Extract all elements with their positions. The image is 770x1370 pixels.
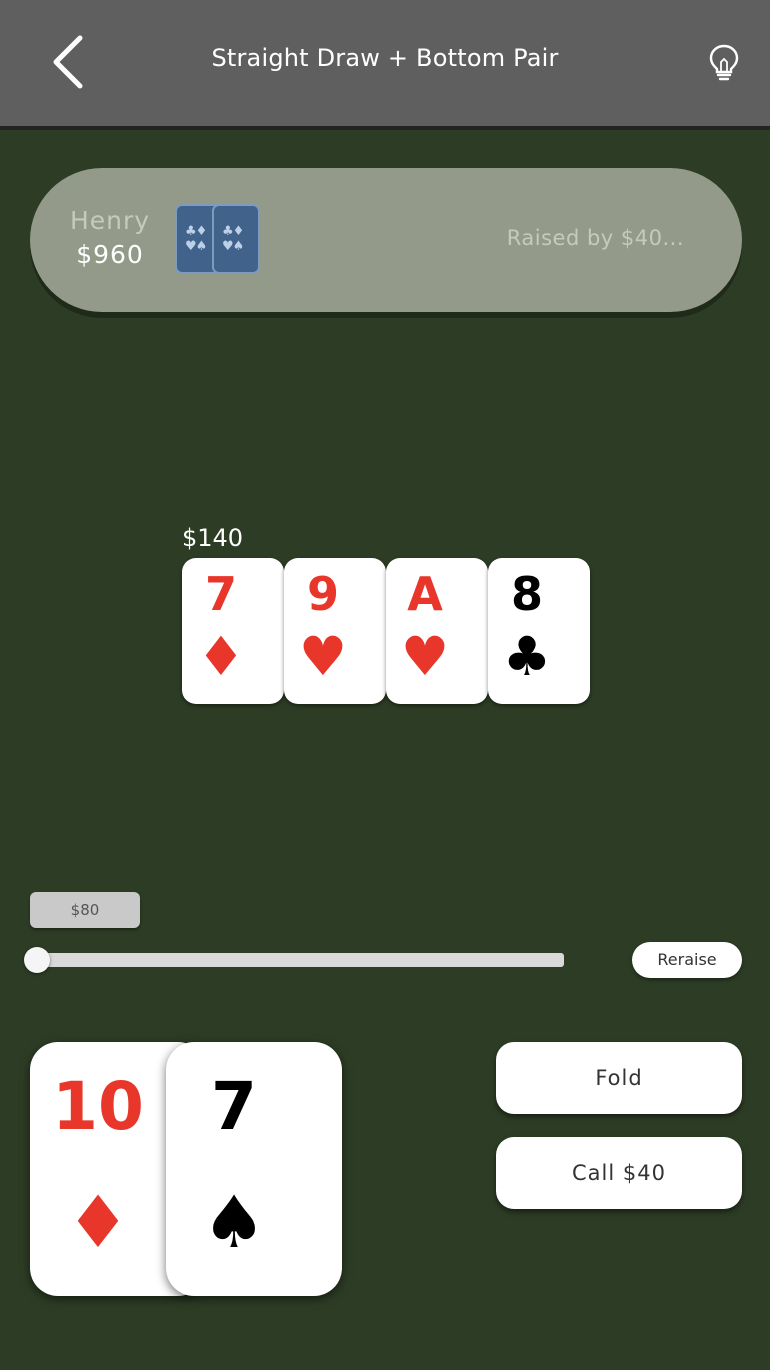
- pot-amount: $140: [182, 524, 244, 552]
- page-title: Straight Draw + Bottom Pair: [211, 44, 559, 72]
- fold-button[interactable]: Fold: [496, 1042, 742, 1114]
- bet-slider-track[interactable]: [30, 953, 564, 967]
- heart-icon: ♥: [400, 625, 450, 688]
- opponent-stack: $960: [76, 240, 144, 269]
- opponent-panel: Henry $960 ♣♦ ♥♠ ♣♦ ♥♠ Raised by $40...: [30, 168, 742, 312]
- board-card: 7 ♦: [182, 558, 284, 704]
- opponent-name: Henry: [70, 206, 151, 235]
- card-rank: A: [407, 567, 443, 621]
- diamond-icon: ♦: [65, 1180, 131, 1264]
- card-rank: 7: [211, 1068, 257, 1145]
- opponent-action-status: Raised by $40...: [506, 226, 684, 250]
- card-back-icon: ♣♦ ♥♠: [222, 224, 244, 254]
- board-card: 9 ♥: [284, 558, 386, 704]
- board-card: 8 ♣: [488, 558, 590, 704]
- bet-slider-thumb[interactable]: [24, 947, 50, 973]
- lightbulb-icon: [709, 44, 739, 81]
- hint-button[interactable]: [706, 42, 742, 82]
- diamond-icon: ♦: [196, 625, 246, 688]
- opponent-card-back: ♣♦ ♥♠: [212, 204, 260, 274]
- spade-icon: ♠: [201, 1180, 267, 1264]
- call-button[interactable]: Call $40: [496, 1137, 742, 1209]
- board-card: A ♥: [386, 558, 488, 704]
- reraise-button[interactable]: Reraise: [632, 942, 742, 978]
- heart-icon: ♥: [298, 625, 348, 688]
- card-rank: 9: [306, 567, 339, 621]
- hole-card: 7 ♠: [166, 1042, 342, 1296]
- card-rank: 10: [52, 1068, 144, 1145]
- card-rank: 8: [510, 567, 543, 621]
- top-bar: Straight Draw + Bottom Pair: [0, 0, 770, 130]
- card-rank: 7: [204, 567, 237, 621]
- card-back-icon: ♣♦ ♥♠: [185, 224, 207, 254]
- bet-amount-display: $80: [30, 892, 140, 928]
- club-icon: ♣: [502, 625, 552, 688]
